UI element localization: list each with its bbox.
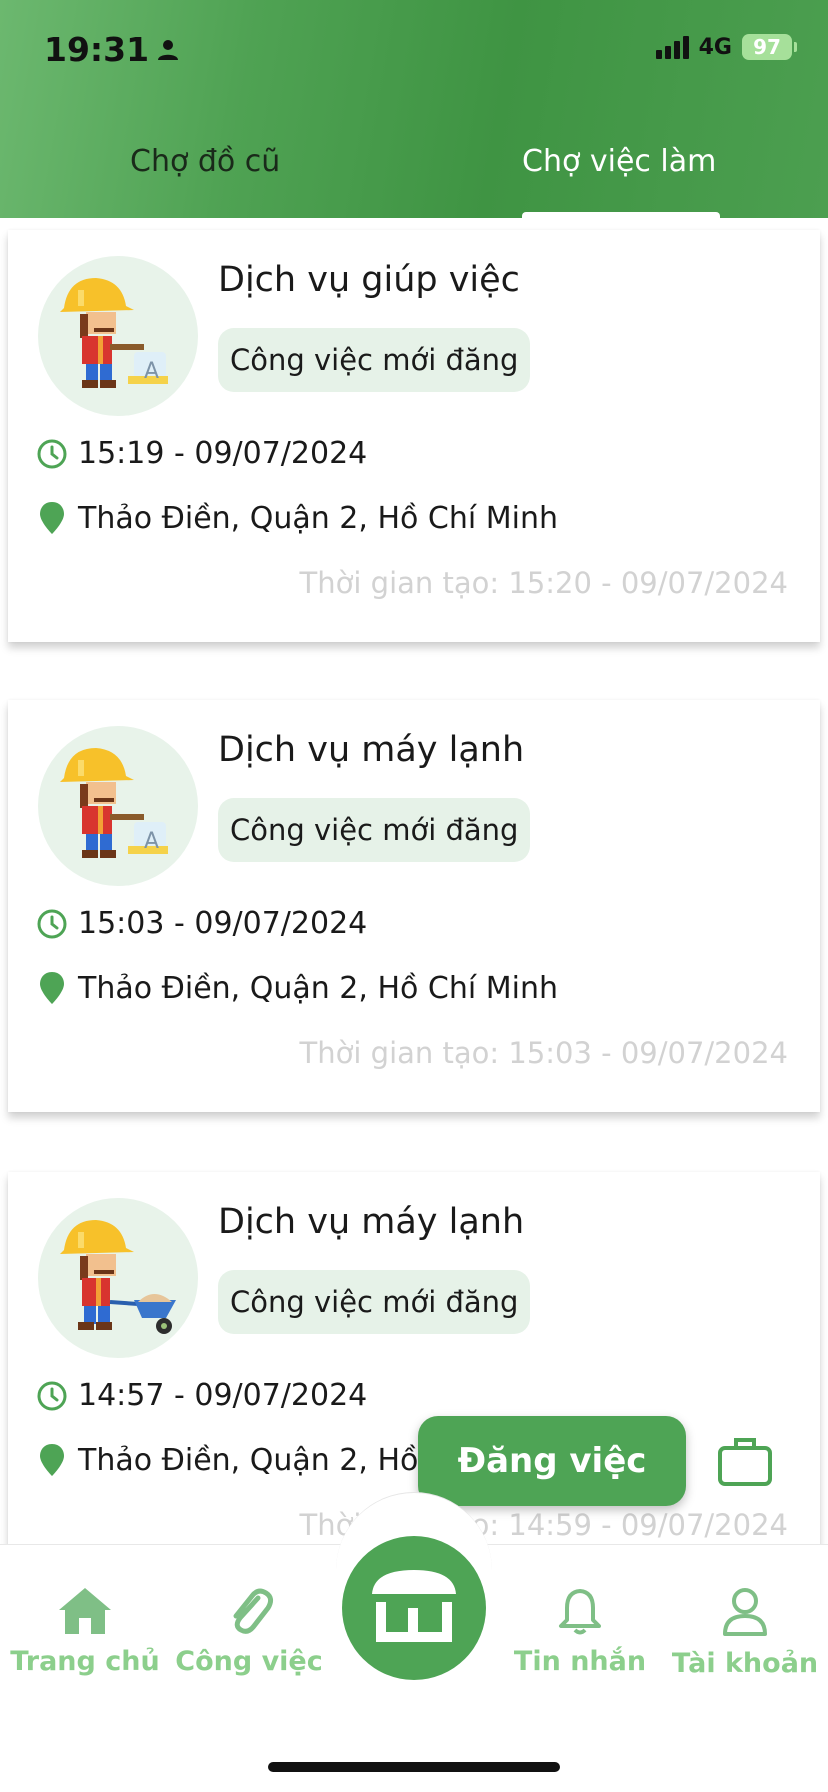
worker-illustration-icon: A xyxy=(60,748,168,858)
home-indicator[interactable] xyxy=(268,1762,560,1772)
battery-level: 97 xyxy=(753,35,781,59)
briefcase-icon[interactable] xyxy=(716,1434,774,1488)
worker-wheelbarrow-icon xyxy=(60,1220,176,1334)
job-location: Thảo Điền, Quận 2, Hồ Chí Minh xyxy=(78,970,558,1006)
tab-job-market[interactable]: Chợ việc làm xyxy=(522,144,716,179)
status-badge: Công việc mới đăng xyxy=(218,1270,531,1334)
status-badge: Công việc mới đăng xyxy=(218,798,531,862)
created-time: Thời gian tạo: 15:03 - 09/07/2024 xyxy=(299,1036,788,1070)
nav-item-account[interactable]: Tài khoản xyxy=(660,1586,828,1679)
market-tabs: Chợ đồ cũ Chợ việc làm xyxy=(0,130,828,220)
location-pin-icon xyxy=(40,502,64,534)
job-time-row: 15:19 - 09/07/2024 xyxy=(36,436,367,471)
job-card[interactable]: A Dịch vụ giúp việc Công việc mới đăng 1… xyxy=(8,230,820,642)
clock-icon xyxy=(37,439,67,468)
location-pin-icon xyxy=(40,972,64,1004)
nav-item-messages[interactable]: Tin nhắn xyxy=(495,1586,665,1677)
location-pin-icon xyxy=(40,1444,64,1476)
status-bar: 19:31 4G 97 xyxy=(0,0,828,100)
worker-illustration-icon: A xyxy=(60,278,168,388)
job-time-row: 15:03 - 09/07/2024 xyxy=(36,906,367,941)
nav-item-jobs[interactable]: Công việc xyxy=(164,1586,334,1677)
job-location-row: Thảo Điền, Quận 2, Hồ Chí Minh xyxy=(36,500,558,536)
nav-label-home: Trang chủ xyxy=(10,1646,160,1677)
job-location-row: Thảo Điền, Quận 2, Hồ Chí Minh xyxy=(36,970,558,1006)
worker-avatar xyxy=(38,1198,198,1358)
job-card[interactable]: A Dịch vụ máy lạnh Công việc mới đăng 15… xyxy=(8,700,820,1112)
app-header: 19:31 4G 97 Chợ đồ cũ Chợ việc làm xyxy=(0,0,828,220)
clock-text: 19:31 xyxy=(44,30,150,69)
job-location: Thảo Điền, Quận 2, Hồ Chí Minh xyxy=(78,500,558,536)
job-title: Dịch vụ máy lạnh xyxy=(218,1202,525,1242)
job-time-row: 14:57 - 09/07/2024 xyxy=(36,1378,367,1413)
tab-used-goods[interactable]: Chợ đồ cũ xyxy=(130,144,280,179)
nav-item-home[interactable]: Trang chủ xyxy=(0,1586,170,1677)
job-title: Dịch vụ giúp việc xyxy=(218,260,520,300)
worker-avatar: A xyxy=(38,256,198,416)
bell-icon xyxy=(559,1589,601,1635)
store-icon xyxy=(372,1570,456,1642)
status-indicators: 4G 97 xyxy=(655,34,797,60)
battery-icon: 97 xyxy=(742,34,797,60)
job-time: 15:03 - 09/07/2024 xyxy=(78,906,368,941)
nav-label-jobs: Công việc xyxy=(175,1646,323,1677)
status-badge: Công việc mới đăng xyxy=(218,328,531,392)
post-job-button[interactable]: Đăng việc xyxy=(418,1416,686,1506)
home-icon xyxy=(59,1588,111,1634)
job-title: Dịch vụ máy lạnh xyxy=(218,730,525,770)
person-icon xyxy=(158,39,179,60)
status-time: 19:31 xyxy=(44,30,179,69)
created-time: Thời gian tạo: 15:20 - 09/07/2024 xyxy=(299,566,788,600)
active-tab-indicator xyxy=(522,212,720,220)
nav-label-account: Tài khoản xyxy=(671,1648,819,1679)
nav-label-messages: Tin nhắn xyxy=(513,1646,647,1677)
nav-item-store[interactable] xyxy=(342,1536,486,1680)
svg-text:A: A xyxy=(144,829,159,854)
job-time: 14:57 - 09/07/2024 xyxy=(78,1378,368,1413)
svg-text:A: A xyxy=(144,359,159,384)
paperclip-icon xyxy=(233,1588,274,1634)
user-icon xyxy=(723,1588,767,1636)
signal-icon xyxy=(655,35,689,59)
job-time: 15:19 - 09/07/2024 xyxy=(78,436,368,471)
network-type: 4G xyxy=(698,34,732,60)
clock-icon xyxy=(37,1381,67,1410)
worker-avatar: A xyxy=(38,726,198,886)
clock-icon xyxy=(37,909,67,938)
